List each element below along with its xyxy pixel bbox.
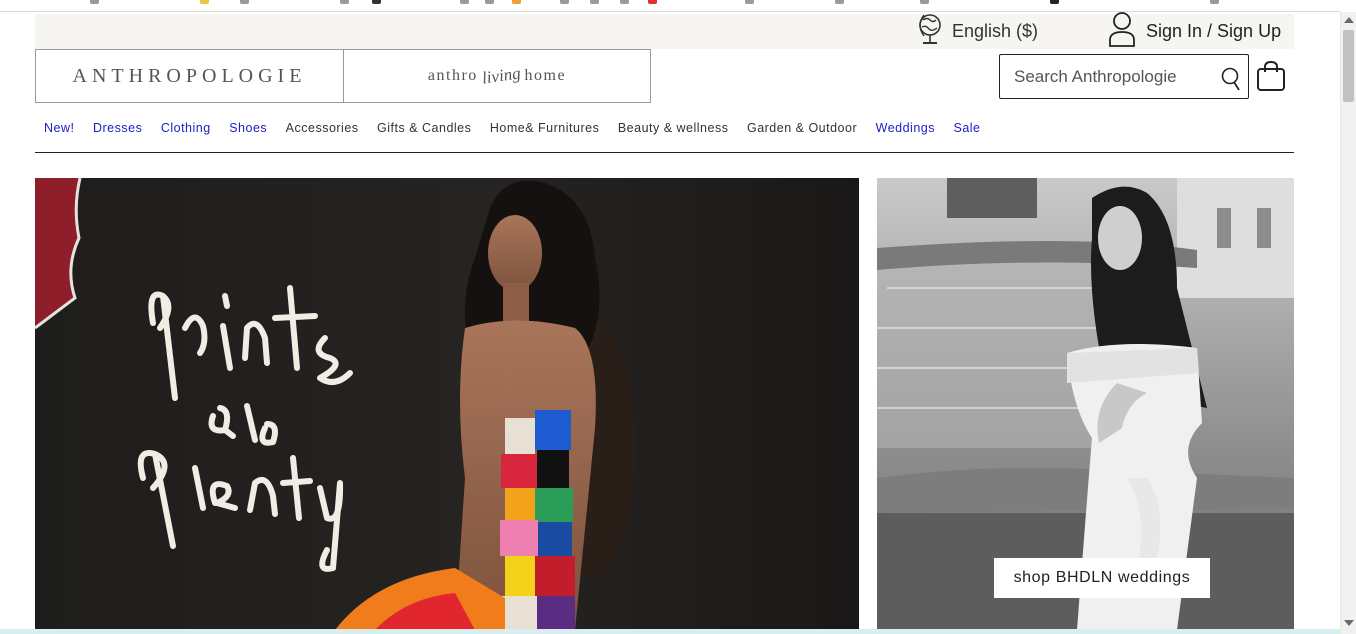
nav-item-clothing[interactable]: Clothing [161,121,211,135]
nav-item-shoes[interactable]: Shoes [229,121,267,135]
nav-item-beauty-wellness[interactable]: Beauty & wellness [618,121,729,135]
sign-in-link[interactable]: Sign In / Sign Up [1108,10,1282,53]
scrollbar-thumb[interactable] [1343,30,1354,102]
sign-in-label: Sign In / Sign Up [1146,20,1282,41]
window-bottom-edge [0,629,1340,634]
language-selector[interactable]: English ($) [918,14,1038,49]
nav-item-sale[interactable]: Sale [953,121,980,135]
search-input[interactable] [1014,66,1214,87]
shopping-bag-icon[interactable] [1256,60,1286,97]
anthropologie-logo[interactable]: ANTHROPOLOGIE [36,50,344,102]
hero-banner-prints[interactable] [35,178,859,630]
vertical-scrollbar[interactable] [1340,12,1356,634]
hero-prints-image [35,178,859,630]
bookmarks-bar-remnant [0,0,1340,12]
shop-bhdln-weddings-button[interactable]: shop BHDLN weddings [994,558,1210,598]
nav-item-accessories[interactable]: Accessories [286,121,359,135]
user-icon [1108,10,1136,53]
nav-item-weddings[interactable]: Weddings [876,121,935,135]
nav-item-new[interactable]: New! [44,121,74,135]
scroll-up-arrow-icon[interactable] [1344,17,1354,23]
living-logo-script: living [480,63,522,88]
page: English ($) Sign In / Sign Up ANTHROPOLO… [0,0,1356,634]
logo-group: ANTHROPOLOGIE anthro living home [35,49,651,103]
globe-icon [918,11,942,52]
utility-bar [35,14,1294,49]
nav-item-gifts-candles[interactable]: Gifts & Candles [377,121,471,135]
anthropologie-logo-text: ANTHROPOLOGIE [72,64,307,87]
nav-item-garden-outdoor[interactable]: Garden & Outdoor [747,121,857,135]
anthroliving-logo[interactable]: anthro living home [344,50,650,102]
language-label: English ($) [952,21,1039,41]
living-logo-left: anthro [427,67,478,84]
scroll-down-arrow-icon[interactable] [1344,620,1354,626]
search-icon[interactable] [1220,66,1242,97]
main-navigation: New! Dresses Clothing Shoes Accessories … [35,103,1294,153]
nav-item-home-furnitures[interactable]: Home& Furnitures [490,121,599,135]
nav-item-dresses[interactable]: Dresses [93,121,142,135]
living-logo-right: home [524,67,567,84]
search-box [999,54,1249,99]
